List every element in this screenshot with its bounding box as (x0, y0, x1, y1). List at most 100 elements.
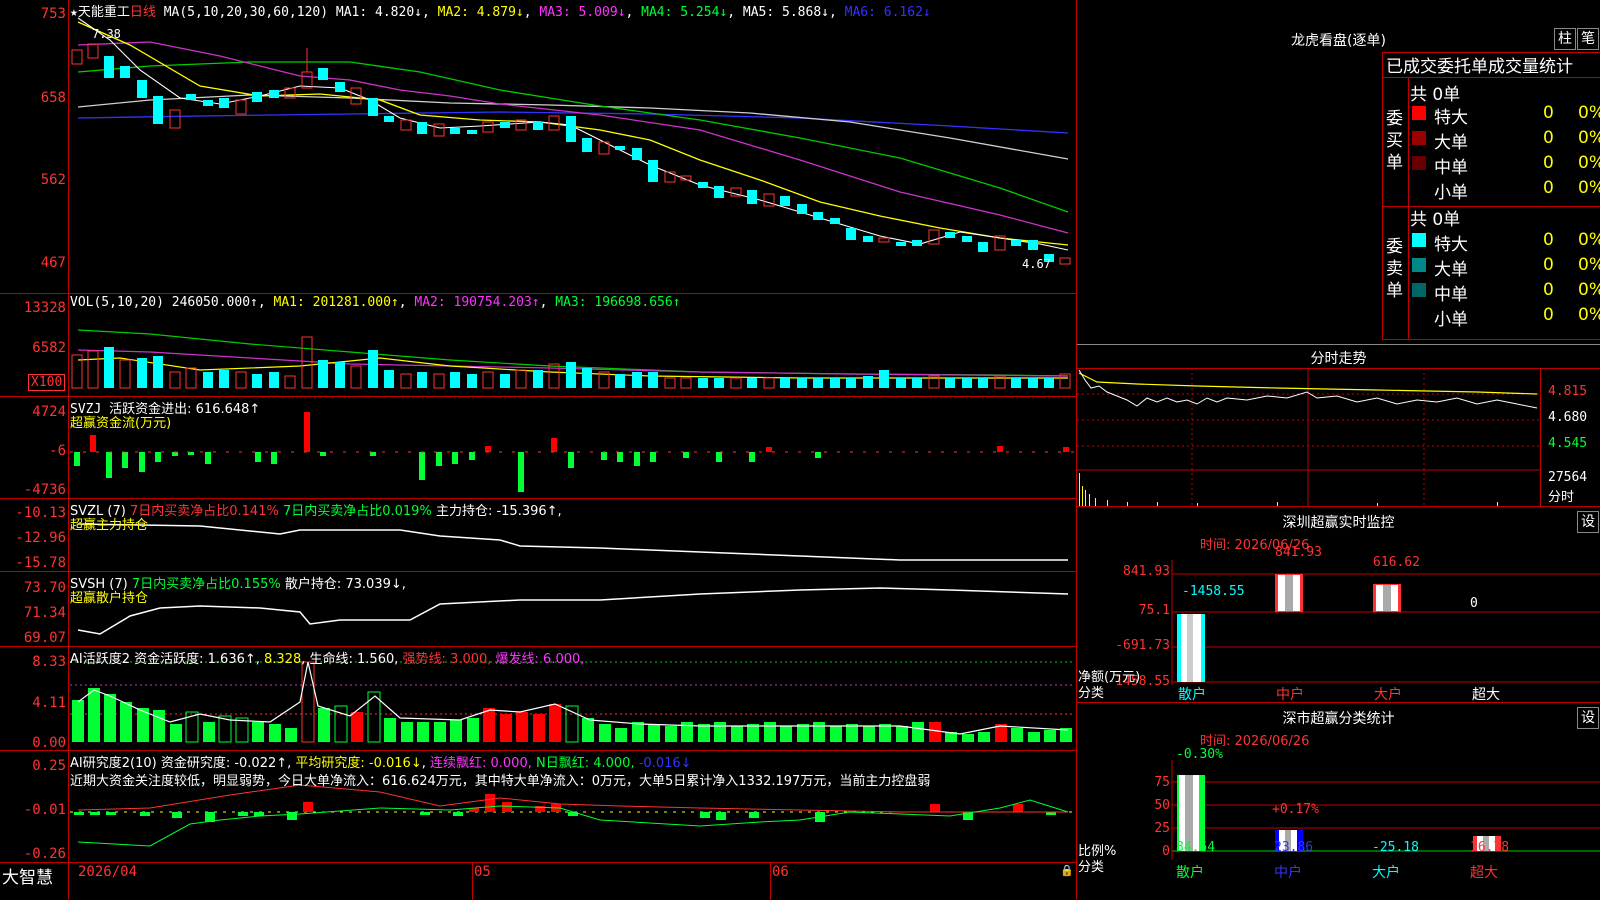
buy-row-name: 大单 (1434, 133, 1468, 153)
sell-row-count: 0 (1543, 230, 1554, 250)
svzl-net-ratio: 7日内买卖净占比0.019% (282, 504, 432, 519)
sz-monitor-value: 616.62 (1373, 555, 1420, 570)
high-mark: 7.38 (92, 27, 121, 41)
ai-active-strong: 强势线: 3.000, (402, 652, 492, 667)
main-chart-canvas[interactable]: 7.38 4.67 (0, 0, 1076, 862)
sz-monitor-value: -1458.55 (1182, 584, 1245, 599)
ai-research-comment: 近期大资金关注度较低，明显弱势，今日大单净流入：616.624万元，其中特大单净… (70, 774, 931, 789)
svzl-sub: 超赢主力持仓 (70, 518, 149, 533)
ai-research-value: 资金研究度: -0.022↑ (160, 756, 288, 771)
volume-label: VOL(5,10,20) (70, 295, 164, 310)
svzl-axis-tick: -12.96 (15, 530, 66, 546)
sz-monitor-value: 841.93 (1275, 545, 1322, 560)
svsh-sub: 超赢散户持仓 (70, 591, 149, 606)
sell-side-label: 委卖单 (1386, 237, 1403, 301)
ai-research-axis-tick: 0.25 (32, 758, 66, 774)
ai-research-ndays: N日飘红: 4.000, (536, 756, 635, 771)
sz-monitor-value: 0 (1470, 596, 1478, 611)
svzj-bars (70, 412, 1075, 492)
ai-active-header: AI活跃度2 资金活跃度: 1.636↑, 8.328, 生命线: 1.560,… (70, 652, 585, 667)
volume-axis-tick: 6582 (32, 340, 66, 356)
svsh-axis-tick: 69.07 (23, 630, 66, 646)
sell-total: 共 0单 (1410, 210, 1461, 230)
sell-row-count: 0 (1543, 305, 1554, 325)
ai-research-last: -0.016↓ (638, 756, 692, 771)
sell-row-name: 大单 (1434, 260, 1468, 280)
volume-value: 246050.000↑ (171, 295, 258, 310)
ai-active-activity: 资金活跃度: 1.636↑ (134, 652, 256, 667)
sz-class-settings-button[interactable]: 设 (1577, 707, 1599, 729)
sz-monitor-title: 深圳超赢实时监控 (1282, 515, 1395, 531)
sz-class-category: 超大 (1470, 865, 1498, 881)
sz-class-bottom-value: 23.86 (1274, 840, 1314, 855)
buy-row-count: 0 (1543, 103, 1554, 123)
tick-mode-button[interactable]: 笔 (1577, 28, 1599, 50)
ai-active-label: AI活跃度2 (70, 652, 130, 667)
ai-active-axis-tick: 4.11 (32, 695, 66, 711)
intraday-vol-label: 分时 (1548, 490, 1575, 505)
sz-class-title: 深市超赢分类统计 (1282, 711, 1395, 727)
dragon-header-border (1382, 77, 1600, 78)
sz-class-bottom-value: -25.18 (1372, 840, 1419, 855)
ai-active-value2: 8.328 (264, 652, 302, 667)
sz-class-top-label: -0.30% (1176, 747, 1223, 762)
buy-row-pct: 0% (1578, 153, 1600, 173)
xaxis-tick (770, 863, 771, 900)
brand-label[interactable]: 大智慧 (2, 863, 53, 888)
sz-monitor-category: 超大 (1472, 687, 1500, 703)
sz-class-bottom-value: 16.78 (1470, 840, 1510, 855)
intraday-axis-tick: 4.545 (1548, 436, 1588, 451)
sz-monitor-settings-button[interactable]: 设 (1577, 511, 1599, 533)
sz-class-top-label: +0.17% (1272, 802, 1319, 817)
sell-row-pct: 0% (1578, 305, 1600, 325)
sell-row-pct: 0% (1578, 255, 1600, 275)
buy-row-pct: 0% (1578, 128, 1600, 148)
bar-mode-button[interactable]: 柱 (1554, 28, 1576, 50)
sz-class-chart[interactable] (1077, 760, 1600, 860)
ai-active-axis-tick: 8.33 (32, 654, 66, 670)
buy-l-swatch (1412, 131, 1426, 145)
xaxis-date: 06 (772, 864, 789, 880)
volume-header: VOL(5,10,20) 246050.000↑, MA1: 201281.00… (70, 295, 681, 310)
volume-ma2: MA2: 190754.203↑ (414, 295, 540, 310)
svzj-axis-tick: 4724 (32, 404, 66, 420)
lock-icon[interactable]: 🔒 (1060, 864, 1074, 877)
sz-monitor-chart[interactable] (1077, 560, 1600, 685)
svzl-line (77, 523, 1068, 561)
divider-xaxis (0, 862, 1077, 863)
dragon-left-border (1382, 52, 1383, 339)
buy-row-name: 中单 (1434, 158, 1468, 178)
sell-row-count: 0 (1543, 280, 1554, 300)
svzj-axis-tick: -6 (49, 443, 66, 459)
sell-xl-swatch (1412, 233, 1426, 247)
sell-row-count: 0 (1543, 255, 1554, 275)
dragon-side-border (1408, 77, 1409, 339)
volume-axis-tick: 13328 (23, 300, 66, 316)
volume-bars (71, 336, 1071, 389)
dragon-panel-title: 龙虎看盘(逐单) (1291, 33, 1386, 49)
research-bars (74, 794, 1056, 822)
sz-class-category: 大户 (1372, 865, 1400, 881)
svzl-holding: 主力持仓: -15.396↑, (435, 504, 562, 519)
buy-row-pct: 0% (1578, 103, 1600, 123)
ai-active-burst: 爆发线: 6.000, (495, 652, 585, 667)
sz-class-category-label: 分类 (1078, 860, 1105, 875)
dragon-bottom-border (1382, 339, 1600, 340)
intraday-axis-tick: 4.815 (1548, 384, 1588, 399)
intraday-chart[interactable] (1077, 368, 1540, 506)
ai-research-axis-tick: -0.26 (23, 846, 66, 862)
research-line-green (77, 799, 1069, 847)
sz-class-top-border (1077, 702, 1600, 703)
buy-row-name: 特大 (1434, 108, 1468, 128)
sell-row-name: 小单 (1434, 310, 1468, 330)
volume-ma3: MA3: 196698.656↑ (555, 295, 681, 310)
volume-ma1: MA1: 201281.000↑ (273, 295, 399, 310)
svsh-holding: 散户持仓: 73.039↓, (284, 577, 406, 592)
candles (71, 43, 1071, 265)
intraday-top-border (1077, 344, 1600, 345)
buy-row-count: 0 (1543, 128, 1554, 148)
svsh-line (77, 587, 1069, 635)
ai-active-axis-tick: 0.00 (32, 735, 66, 751)
dragon-header: 已成交委托单成交量统计 (1386, 57, 1573, 77)
sell-row-pct: 0% (1578, 230, 1600, 250)
